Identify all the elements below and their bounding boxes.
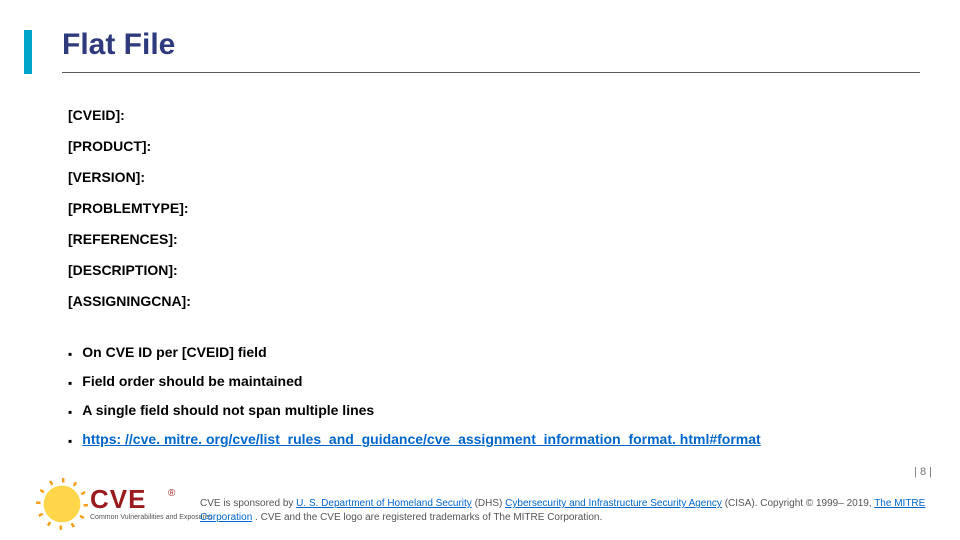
cve-logo: CVE ® Common Vulnerabilities and Exposur…: [40, 482, 180, 528]
field-labels: [CVEID]: [PRODUCT]: [VERSION]: [PROBLEMT…: [68, 108, 920, 325]
footer-text: CVE is sponsored by U. S. Department of …: [200, 497, 940, 524]
footer-prefix: CVE is sponsored by: [200, 498, 296, 509]
bullet-text: On CVE ID per [CVEID] field: [82, 344, 266, 360]
logo-tagline: Common Vulnerabilities and Exposures: [90, 514, 212, 521]
footer-link-cisa[interactable]: Cybersecurity and Infrastructure Securit…: [505, 498, 722, 509]
bullet-item: ▪ A single field should not span multipl…: [68, 402, 930, 418]
bullet-icon: ▪: [68, 376, 72, 390]
field-problemtype: [PROBLEMTYPE]:: [68, 201, 920, 215]
bullet-icon: ▪: [68, 405, 72, 419]
field-description: [DESCRIPTION]:: [68, 263, 920, 277]
slide: Flat File [CVEID]: [PRODUCT]: [VERSION]:…: [0, 0, 960, 540]
sun-icon: [40, 482, 84, 526]
title-rule: [62, 72, 920, 73]
title-block: Flat File: [62, 28, 920, 73]
footer-suffix: . CVE and the CVE logo are registered tr…: [255, 512, 602, 523]
field-references: [REFERENCES]:: [68, 232, 920, 246]
bullet-text: A single field should not span multiple …: [82, 402, 374, 418]
slide-title: Flat File: [62, 28, 920, 62]
bullet-item: ▪ Field order should be maintained: [68, 373, 930, 389]
registered-icon: ®: [168, 488, 175, 499]
field-version: [VERSION]:: [68, 170, 920, 184]
page-number: | 8 |: [914, 466, 932, 478]
bullet-icon: ▪: [68, 347, 72, 361]
footer-mid1: (DHS): [475, 498, 506, 509]
footer-mid2: (CISA). Copyright © 1999– 2019,: [725, 498, 875, 509]
accent-bar: [24, 30, 32, 74]
bullet-item: ▪ https: //cve. mitre. org/cve/list_rule…: [68, 431, 930, 447]
bullet-item: ▪ On CVE ID per [CVEID] field: [68, 344, 930, 360]
footer-link-dhs[interactable]: U. S. Department of Homeland Security: [296, 498, 472, 509]
logo-text: CVE: [90, 484, 146, 515]
bullet-list: ▪ On CVE ID per [CVEID] field ▪ Field or…: [68, 344, 930, 460]
bullet-link[interactable]: https: //cve. mitre. org/cve/list_rules_…: [82, 431, 760, 447]
field-cveid: [CVEID]:: [68, 108, 920, 122]
field-product: [PRODUCT]:: [68, 139, 920, 153]
bullet-icon: ▪: [68, 434, 72, 448]
field-assigningcna: [ASSIGNINGCNA]:: [68, 294, 920, 308]
bullet-text: Field order should be maintained: [82, 373, 302, 389]
